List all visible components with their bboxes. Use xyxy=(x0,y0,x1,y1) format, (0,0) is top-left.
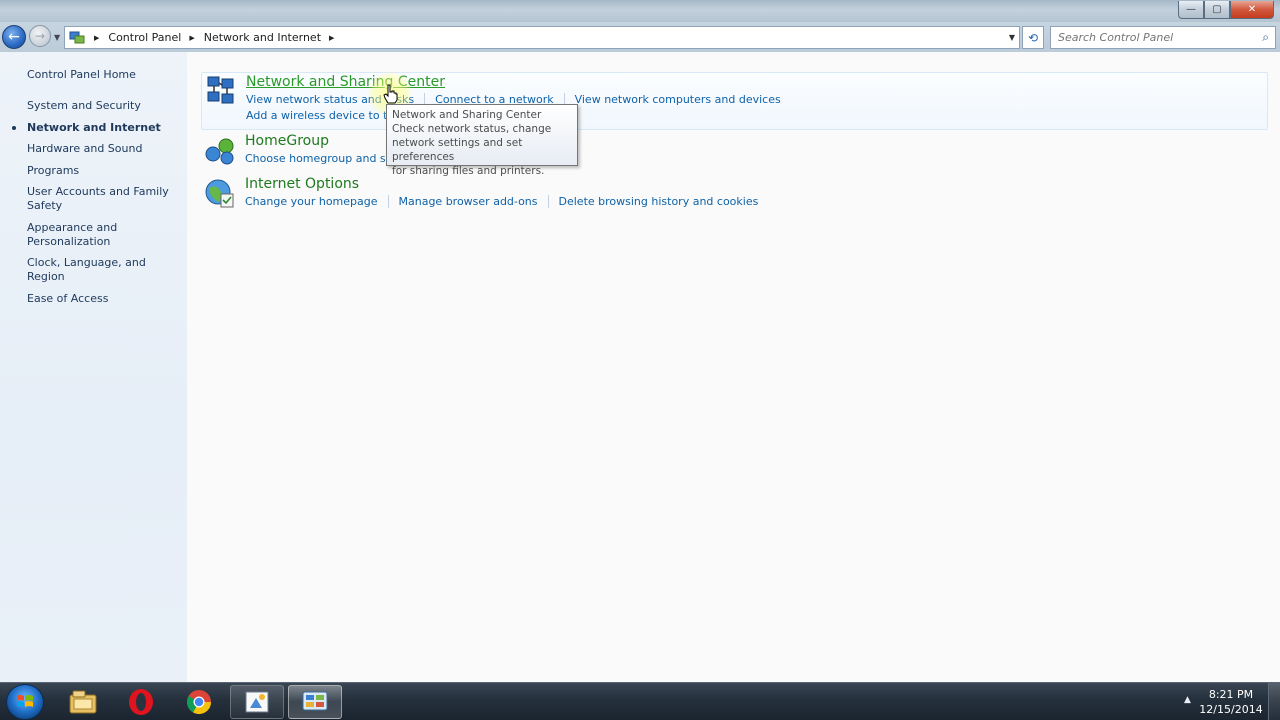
tooltip: Network and Sharing Center Check network… xyxy=(386,104,578,177)
back-button[interactable]: ← xyxy=(2,25,26,49)
manage-browser-addons-link[interactable]: Manage browser add-ons xyxy=(399,195,549,208)
sidebar-item-hardware-and-sound[interactable]: Hardware and Sound xyxy=(27,142,182,156)
sidebar-item-control-panel-home[interactable]: Control Panel Home xyxy=(27,68,136,81)
main-content-pane: Network and Sharing Center View network … xyxy=(187,52,1280,682)
homegroup-icon xyxy=(204,136,236,168)
taskbar-control-panel[interactable] xyxy=(288,685,342,719)
control-panel-icon xyxy=(68,30,86,46)
start-button[interactable] xyxy=(6,684,44,720)
opera-icon xyxy=(129,689,153,715)
breadcrumb: ▶ Control Panel ▶ Network and Internet ▶ xyxy=(86,31,343,44)
breadcrumb-network-and-internet[interactable]: Network and Internet xyxy=(204,31,321,44)
address-dropdown-icon[interactable]: ▼ xyxy=(1009,33,1015,42)
search-box[interactable]: ⌕ xyxy=(1050,26,1276,49)
delete-browsing-history-link[interactable]: Delete browsing history and cookies xyxy=(559,195,769,208)
category-network-sharing-center: Network and Sharing Center View network … xyxy=(201,72,1268,130)
internet-options-icon xyxy=(204,178,236,210)
window-title-bar: — ▢ ✕ xyxy=(0,0,1280,22)
clock-date: 12/15/2014 xyxy=(1199,703,1263,716)
tooltip-line: Check network status, change xyxy=(392,123,552,135)
sidebar-item-appearance[interactable]: Appearance and Personalization xyxy=(27,221,182,249)
sidebar-item-user-accounts[interactable]: User Accounts and Family Safety xyxy=(27,185,182,213)
hand-cursor-icon xyxy=(383,84,399,104)
refresh-button[interactable]: ⟲ xyxy=(1022,26,1044,49)
forward-button[interactable]: → xyxy=(29,25,51,47)
search-input[interactable] xyxy=(1058,31,1248,44)
network-sharing-center-link[interactable]: Network and Sharing Center xyxy=(246,74,445,90)
breadcrumb-control-panel[interactable]: Control Panel xyxy=(108,31,181,44)
chrome-icon xyxy=(186,690,211,715)
change-homepage-link[interactable]: Change your homepage xyxy=(245,195,389,208)
tooltip-title: Network and Sharing Center xyxy=(392,109,542,121)
taskbar: ▲ 8:21 PM 12/15/2014 xyxy=(0,682,1280,720)
sidebar-item-programs[interactable]: Programs xyxy=(27,164,182,178)
internet-options-links: Change your homepage Manage browser add-… xyxy=(245,195,778,208)
sidebar-item-network-and-internet[interactable]: Network and Internet xyxy=(12,121,182,135)
tooltip-line: for sharing files and printers. xyxy=(392,165,545,177)
tooltip-line: network settings and set preferences xyxy=(392,137,523,163)
recent-pages-dropdown-icon[interactable]: ▼ xyxy=(54,33,60,42)
taskbar-opera[interactable] xyxy=(114,685,168,719)
window-controls: — ▢ ✕ xyxy=(1178,1,1274,19)
internet-options-link[interactable]: Internet Options xyxy=(245,176,359,192)
taskbar-paint[interactable] xyxy=(230,685,284,719)
breadcrumb-separator[interactable]: ▶ xyxy=(94,34,99,42)
taskbar-file-explorer[interactable] xyxy=(56,685,110,719)
category-internet-options: Internet Options Change your homepage Ma… xyxy=(201,175,1268,215)
system-clock[interactable]: 8:21 PM 12/15/2014 xyxy=(1196,687,1266,717)
minimize-button[interactable]: — xyxy=(1178,1,1204,19)
clock-time: 8:21 PM xyxy=(1208,688,1254,701)
paint-icon xyxy=(245,691,269,713)
show-desktop-button[interactable] xyxy=(1268,683,1280,720)
search-icon[interactable]: ⌕ xyxy=(1262,30,1269,45)
category-homegroup: HomeGroup Choose homegroup and sharing o… xyxy=(201,132,1268,172)
close-button[interactable]: ✕ xyxy=(1230,1,1274,19)
network-sharing-icon xyxy=(205,75,237,107)
view-network-computers-link[interactable]: View network computers and devices xyxy=(575,93,791,106)
control-panel-icon xyxy=(302,691,328,711)
navigation-bar: ← → ▼ ▶ Control Panel ▶ Network and Inte… xyxy=(0,22,1280,52)
address-bar[interactable]: ▶ Control Panel ▶ Network and Internet ▶… xyxy=(64,26,1020,49)
windows-logo-icon xyxy=(17,695,33,707)
taskbar-chrome[interactable] xyxy=(172,685,226,719)
maximize-button[interactable]: ▢ xyxy=(1204,1,1230,19)
sidebar-category-list: System and Security Network and Internet… xyxy=(12,99,182,313)
file-explorer-icon xyxy=(69,690,97,714)
sidebar-item-clock-language-region[interactable]: Clock, Language, and Region xyxy=(27,256,182,284)
homegroup-link[interactable]: HomeGroup xyxy=(245,133,329,149)
sidebar-item-ease-of-access[interactable]: Ease of Access xyxy=(27,292,182,306)
sidebar-item-system-and-security[interactable]: System and Security xyxy=(27,99,182,113)
left-navigation-pane: Control Panel Home System and Security N… xyxy=(0,52,187,682)
breadcrumb-separator[interactable]: ▶ xyxy=(189,34,194,42)
breadcrumb-separator[interactable]: ▶ xyxy=(329,34,334,42)
show-hidden-icons-button[interactable]: ▲ xyxy=(1184,695,1191,705)
